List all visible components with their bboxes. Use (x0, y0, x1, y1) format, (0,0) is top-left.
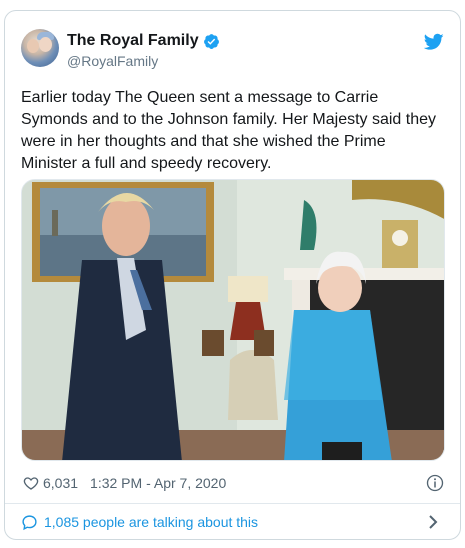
tweet-photo[interactable] (21, 179, 445, 461)
twitter-bird-icon[interactable] (424, 33, 444, 51)
verified-badge-icon (203, 33, 219, 49)
conversation-label[interactable]: 1,085 people are talking about this (44, 514, 258, 530)
photo-illustration (22, 180, 444, 460)
like-count[interactable]: 6,031 (43, 475, 78, 491)
author-handle[interactable]: @RoyalFamily (67, 53, 158, 69)
info-icon[interactable] (426, 474, 444, 492)
tweet-header: The Royal Family @RoyalFamily (5, 11, 460, 75)
chevron-right-icon[interactable] (428, 515, 438, 529)
author-name-row[interactable]: The Royal Family (67, 32, 220, 50)
speech-bubble-icon (22, 514, 37, 530)
author-display-name[interactable]: The Royal Family (67, 32, 199, 50)
author-avatar[interactable] (21, 29, 59, 67)
tweet-timestamp[interactable]: 1:32 PM - Apr 7, 2020 (90, 475, 226, 491)
embedded-tweet-card[interactable]: The Royal Family @RoyalFamily Earlier to… (4, 10, 461, 540)
tweet-meta-row: 6,031 1:32 PM - Apr 7, 2020 (5, 469, 460, 497)
conversation-link[interactable]: 1,085 people are talking about this (5, 504, 460, 539)
heart-icon[interactable] (23, 475, 39, 491)
tweet-text: Earlier today The Queen sent a message t… (21, 89, 437, 172)
